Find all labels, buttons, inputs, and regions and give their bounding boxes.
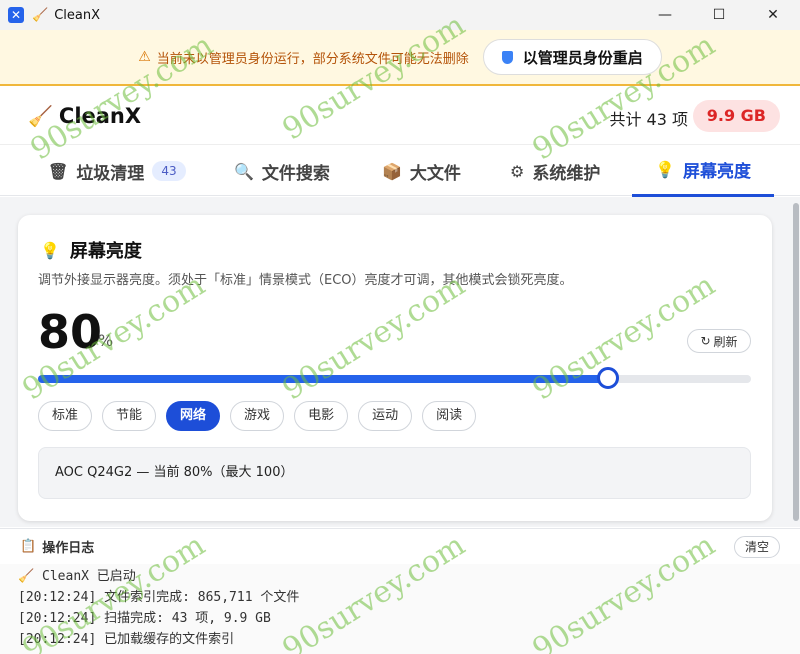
- mode-button[interactable]: 标准: [38, 401, 93, 431]
- tab-system-maintenance[interactable]: ⚙ 系统维护: [510, 145, 600, 197]
- brightness-title: 💡 屏幕亮度: [40, 237, 142, 263]
- broom-icon: 🧹: [28, 104, 53, 128]
- app-icon: ✕: [8, 7, 24, 23]
- refresh-icon: ↻: [700, 334, 711, 348]
- log-line: 🧹 CleanX 已启动: [18, 569, 136, 584]
- mode-button[interactable]: 节能: [102, 401, 157, 431]
- mode-group: 标准 节能 网络 游戏 电影 运动 阅读: [38, 401, 486, 431]
- minimize-button[interactable]: —: [638, 0, 692, 30]
- mode-button[interactable]: 阅读: [422, 401, 477, 431]
- shield-icon: [501, 50, 513, 64]
- scroll-thumb[interactable]: [793, 203, 799, 521]
- mode-button[interactable]: 运动: [358, 401, 413, 431]
- restart-as-admin-button[interactable]: 以管理员身份重启: [482, 39, 662, 75]
- search-icon: 🔍: [234, 161, 254, 181]
- tab-label: 大文件: [409, 163, 461, 184]
- log-line: [20:12:24] 文件索引完成: 865,711 个文件: [18, 590, 300, 605]
- refresh-button[interactable]: ↻ 刷新: [687, 329, 751, 353]
- box-icon: 📦: [382, 161, 402, 181]
- brightness-slider[interactable]: [38, 367, 751, 389]
- bulb-icon: 💡: [40, 240, 60, 260]
- junk-count-badge: 43: [152, 161, 186, 181]
- main-panel: 💡 屏幕亮度 调节外接显示器亮度。须处于「标准」情景模式（ECO）亮度才可调，其…: [0, 197, 800, 527]
- tab-label: 垃圾清理: [76, 163, 145, 184]
- monitor-info: AOC Q24G2 — 当前 80%（最大 100）: [38, 447, 751, 499]
- tab-junk-clean[interactable]: 🗑 垃圾清理 43: [48, 145, 186, 197]
- brightness-value: 80: [38, 305, 103, 359]
- mode-button[interactable]: 游戏: [230, 401, 285, 431]
- title-bar: ✕ 🧹 CleanX — ☐ ✕: [0, 0, 800, 30]
- log-line: [20:12:24] 扫描完成: 43 项, 9.9 GB: [18, 611, 271, 626]
- total-count: 共计 43 项: [609, 110, 688, 129]
- admin-warning-bar: ⚠ 当前未以管理员身份运行，部分系统文件可能无法删除 以管理员身份重启: [0, 30, 800, 86]
- brightness-card: 💡 屏幕亮度 调节外接显示器亮度。须处于「标准」情景模式（ECO）亮度才可调，其…: [18, 215, 772, 521]
- clipboard-icon: 📋: [20, 539, 37, 554]
- clear-log-button[interactable]: 清空: [733, 536, 780, 558]
- log-title: 操作日志: [42, 541, 95, 556]
- brightness-unit: %: [98, 331, 114, 350]
- tab-label: 屏幕亮度: [682, 162, 751, 182]
- close-button[interactable]: ✕: [746, 0, 800, 30]
- tab-large-files[interactable]: 📦 大文件: [382, 145, 461, 197]
- tab-label: 文件搜索: [261, 163, 330, 184]
- mode-button[interactable]: 电影: [294, 401, 349, 431]
- bulb-icon: 💡: [655, 160, 675, 179]
- tab-bar: 🗑 垃圾清理 43 🔍 文件搜索 📦 大文件 ⚙ 系统维护 💡 屏幕亮度: [0, 144, 800, 197]
- slider-fill: [38, 375, 609, 383]
- trash-icon: 🗑: [48, 161, 69, 181]
- window-title: CleanX: [54, 7, 100, 23]
- refresh-label: 刷新: [713, 334, 738, 349]
- maximize-button[interactable]: ☐: [692, 0, 746, 30]
- app-header: 🧹 CleanX 共计 43 项 9.9 GB: [0, 88, 800, 144]
- brightness-title-text: 屏幕亮度: [69, 241, 142, 262]
- gear-icon: ⚙: [510, 161, 525, 181]
- brightness-description: 调节外接显示器亮度。须处于「标准」情景模式（ECO）亮度才可调，其他模式会锁死亮…: [38, 273, 573, 288]
- tab-file-search[interactable]: 🔍 文件搜索: [234, 145, 330, 197]
- main-scrollbar[interactable]: [792, 197, 800, 527]
- window-controls: — ☐ ✕: [638, 0, 800, 30]
- log-line: [20:12:24] 已加载缓存的文件索引: [18, 632, 235, 647]
- warning-icon: ⚠: [138, 49, 151, 65]
- log-header: 📋 操作日志 清空: [0, 528, 800, 564]
- tab-screen-brightness[interactable]: 💡 屏幕亮度: [632, 145, 774, 197]
- app-brand: CleanX: [58, 104, 142, 128]
- total-size-badge: 9.9 GB: [692, 100, 780, 132]
- log-body: 🧹 CleanX 已启动 [20:12:24] 文件索引完成: 865,711 …: [0, 564, 800, 654]
- broom-icon: 🧹: [32, 7, 49, 23]
- mode-button[interactable]: 网络: [166, 401, 221, 431]
- slider-thumb[interactable]: [597, 367, 620, 389]
- warning-text: 当前未以管理员身份运行，部分系统文件可能无法删除: [156, 51, 469, 67]
- tab-label: 系统维护: [532, 163, 601, 184]
- restart-as-admin-label: 以管理员身份重启: [522, 48, 643, 67]
